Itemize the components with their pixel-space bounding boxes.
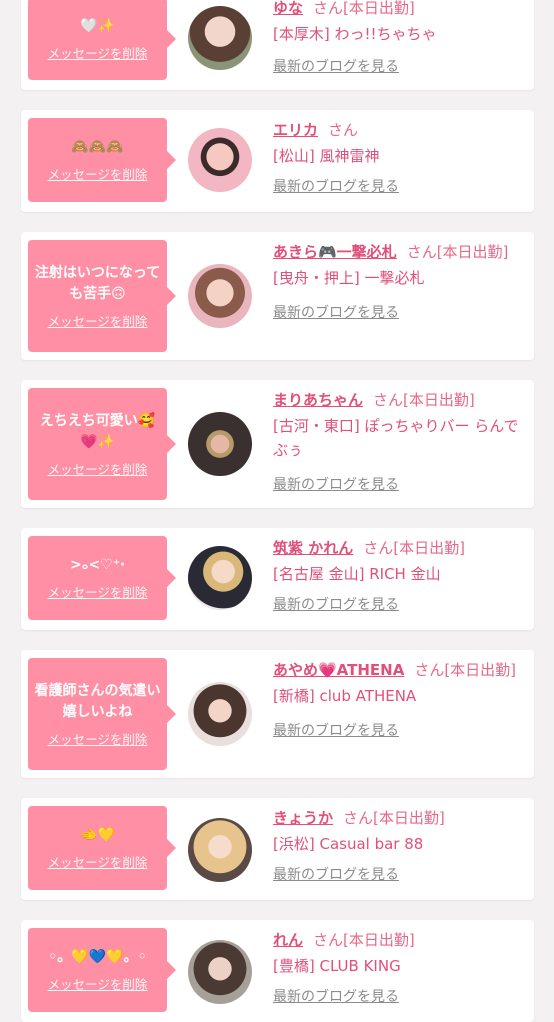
message-text: 🤍✨: [80, 18, 115, 34]
profile-info: まりあちゃん さん[本日出勤] [古河・東口] ぽっちゃりバー らんでぶぅ 最新の…: [273, 388, 522, 494]
girl-name-link[interactable]: あきら🎮一撃必札: [273, 243, 397, 261]
delete-message-link[interactable]: メッセージを削除: [48, 459, 148, 478]
profile-info: あきら🎮一撃必札 さん[本日出勤] [曳舟・押上] 一撃必札 最新のブログを見る: [273, 240, 522, 322]
avatar[interactable]: [188, 412, 252, 476]
delete-message-link[interactable]: メッセージを削除: [48, 852, 148, 871]
avatar[interactable]: [188, 546, 252, 610]
message-text: ◦。💛💙💛。◦: [48, 949, 147, 965]
delete-message-link[interactable]: メッセージを削除: [48, 311, 148, 330]
message-bubble: 看護師さんの気遣い嬉しいよね メッセージを削除: [28, 658, 176, 770]
message-text: えちえち可愛い🥰💗✨: [39, 412, 156, 450]
shop-name: [古河・東口] ぽっちゃりバー らんでぶぅ: [273, 417, 519, 459]
message-card: ◦。💛💙💛。◦ メッセージを削除 れん さん[本日出勤] [豊橋] CLUB KI…: [21, 920, 534, 1022]
latest-blog-link[interactable]: 最新のブログを見る: [273, 597, 399, 613]
message-bubble: 🤍✨ メッセージを削除: [28, 0, 176, 80]
message-bubble: 🙈🙈🙈 メッセージを削除: [28, 118, 176, 202]
shop-name: [本厚木] わっ!!ちゃちゃ: [273, 25, 437, 43]
message-card: えちえち可愛い🥰💗✨ メッセージを削除 まりあちゃん さん[本日出勤] [古河・東…: [21, 380, 534, 508]
message-bubble: えちえち可愛い🥰💗✨ メッセージを削除: [28, 388, 176, 500]
message-card: 🙈🙈🙈 メッセージを削除 エリカ さん [松山] 風神雷神 最新のブログを見る: [21, 110, 534, 212]
avatar[interactable]: [188, 264, 252, 328]
message-bubble: >ₒ<♡⁺‧ メッセージを削除: [28, 536, 176, 620]
girl-name-link[interactable]: 筑紫 かれん: [273, 539, 353, 557]
latest-blog-link[interactable]: 最新のブログを見る: [273, 477, 399, 493]
girl-name-link[interactable]: れん: [273, 931, 303, 949]
profile-info: あやめ💗ATHENA さん[本日出勤] [新橋] club ATHENA 最新のブ…: [273, 658, 522, 740]
avatar[interactable]: [188, 940, 252, 1004]
avatar[interactable]: [188, 682, 252, 746]
profile-info: 筑紫 かれん さん[本日出勤] [名古屋 金山] RICH 金山 最新のブログを見…: [273, 536, 522, 614]
profile-info: きょうか さん[本日出勤] [浜松] Casual bar 88 最新のブログを見…: [273, 806, 522, 884]
delete-message-link[interactable]: メッセージを削除: [48, 582, 148, 601]
message-text: 🫲💛: [80, 827, 115, 843]
message-card: 看護師さんの気遣い嬉しいよね メッセージを削除 あやめ💗ATHENA さん[本日出…: [21, 650, 534, 778]
message-card: 注射はいつになっても苦手🙃 メッセージを削除 あきら🎮一撃必札 さん[本日出勤] …: [21, 232, 534, 360]
delete-message-link[interactable]: メッセージを削除: [48, 729, 148, 748]
girl-name-link[interactable]: ゆな: [273, 0, 303, 17]
message-bubble: 🫲💛 メッセージを削除: [28, 806, 176, 890]
girl-name-link[interactable]: エリカ: [273, 121, 318, 139]
name-suffix: さん[本日出勤]: [406, 243, 509, 261]
message-text: 看護師さんの気遣い嬉しいよね: [34, 682, 161, 720]
delete-message-link[interactable]: メッセージを削除: [48, 164, 148, 183]
shop-name: [曳舟・押上] 一撃必札: [273, 269, 425, 287]
shop-name: [豊橋] CLUB KING: [273, 957, 401, 975]
message-card: 🤍✨ メッセージを削除 ゆな さん[本日出勤] [本厚木] わっ!!ちゃちゃ 最新…: [21, 0, 534, 90]
latest-blog-link[interactable]: 最新のブログを見る: [273, 989, 399, 1005]
girl-name-link[interactable]: まりあちゃん: [273, 391, 363, 409]
message-text: >ₒ<♡⁺‧: [69, 557, 126, 573]
avatar[interactable]: [188, 818, 252, 882]
shop-name: [新橋] club ATHENA: [273, 687, 417, 705]
delete-message-link[interactable]: メッセージを削除: [48, 974, 148, 993]
name-suffix: さん[本日出勤]: [343, 809, 445, 827]
delete-message-link[interactable]: メッセージを削除: [48, 43, 148, 62]
shop-name: [浜松] Casual bar 88: [273, 835, 424, 853]
name-suffix: さん[本日出勤]: [313, 931, 415, 949]
profile-info: れん さん[本日出勤] [豊橋] CLUB KING 最新のブログを見る: [273, 928, 522, 1006]
latest-blog-link[interactable]: 最新のブログを見る: [273, 59, 399, 75]
latest-blog-link[interactable]: 最新のブログを見る: [273, 867, 399, 883]
avatar[interactable]: [188, 6, 252, 70]
avatar[interactable]: [188, 128, 252, 192]
profile-info: ゆな さん[本日出勤] [本厚木] わっ!!ちゃちゃ 最新のブログを見る: [273, 0, 522, 76]
shop-name: [松山] 風神雷神: [273, 147, 380, 165]
message-card: 🫲💛 メッセージを削除 きょうか さん[本日出勤] [浜松] Casual bar…: [21, 798, 534, 900]
message-text: 注射はいつになっても苦手🙃: [34, 264, 161, 302]
profile-info: エリカ さん [松山] 風神雷神 最新のブログを見る: [273, 118, 522, 196]
name-suffix: さん[本日出勤]: [414, 661, 517, 679]
latest-blog-link[interactable]: 最新のブログを見る: [273, 179, 399, 195]
name-suffix: さん[本日出勤]: [373, 391, 475, 409]
message-bubble: ◦。💛💙💛。◦ メッセージを削除: [28, 928, 176, 1012]
girl-name-link[interactable]: あやめ💗ATHENA: [273, 661, 404, 679]
latest-blog-link[interactable]: 最新のブログを見る: [273, 305, 399, 321]
message-card: >ₒ<♡⁺‧ メッセージを削除 筑紫 かれん さん[本日出勤] [名古屋 金山] …: [21, 528, 534, 630]
name-suffix: さん[本日出勤]: [363, 539, 465, 557]
message-text: 🙈🙈🙈: [71, 139, 124, 155]
name-suffix: さん[本日出勤]: [313, 0, 415, 17]
latest-blog-link[interactable]: 最新のブログを見る: [273, 723, 399, 739]
shop-name: [名古屋 金山] RICH 金山: [273, 565, 441, 583]
message-bubble: 注射はいつになっても苦手🙃 メッセージを削除: [28, 240, 176, 352]
girl-name-link[interactable]: きょうか: [273, 809, 333, 827]
name-suffix: さん: [328, 121, 359, 139]
